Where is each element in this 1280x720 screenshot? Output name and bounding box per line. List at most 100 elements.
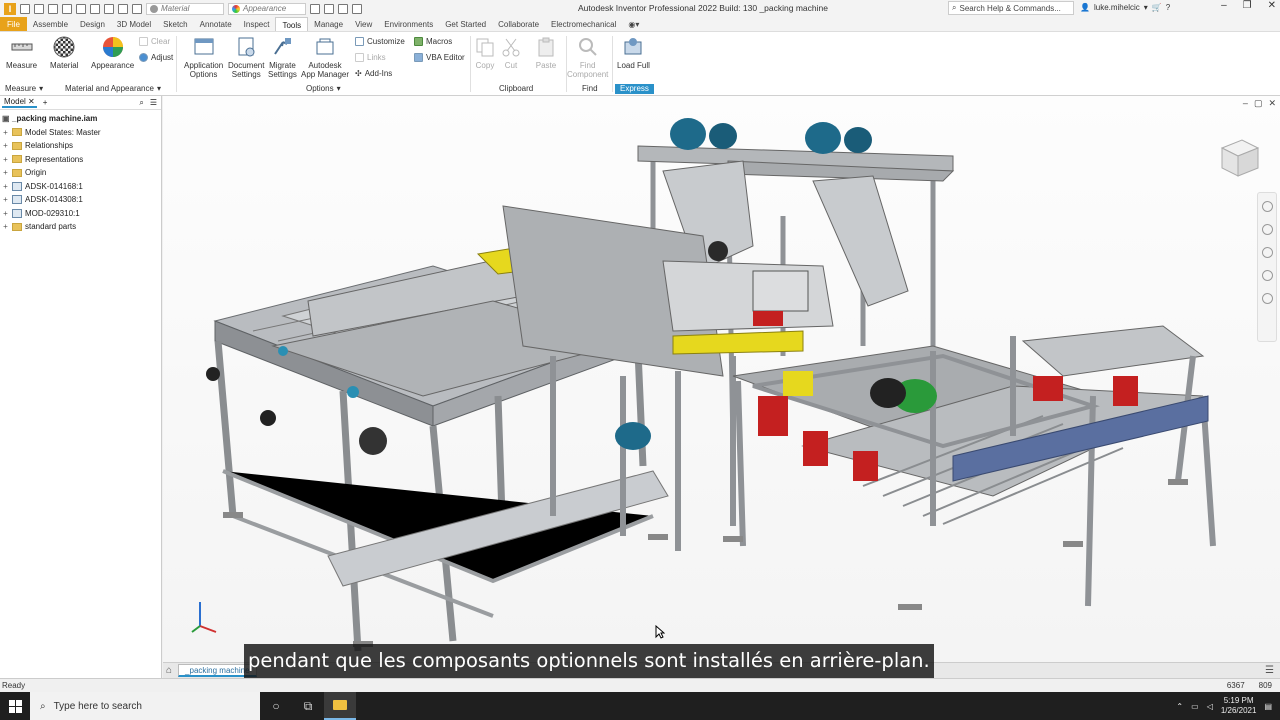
- clock[interactable]: 5:19 PM 1/26/2021: [1221, 696, 1257, 716]
- tab-3d-model[interactable]: 3D Model: [111, 17, 157, 31]
- volume-icon[interactable]: ◁: [1207, 702, 1213, 711]
- look-at-icon[interactable]: [1261, 293, 1273, 304]
- cart-icon[interactable]: 🛒: [1152, 3, 1162, 12]
- tab-get-started[interactable]: Get Started: [439, 17, 492, 31]
- load-full-button[interactable]: Load Full: [617, 36, 650, 70]
- tray-chevron-icon[interactable]: ⌃: [1176, 702, 1183, 711]
- macros-button[interactable]: Macros: [414, 37, 452, 46]
- addins-button[interactable]: ✣ Add-Ins: [355, 69, 392, 78]
- clear-override-icon[interactable]: [324, 3, 334, 14]
- measure-button[interactable]: Measure: [6, 36, 37, 70]
- select-icon[interactable]: [118, 3, 128, 14]
- expand-icon[interactable]: +: [2, 195, 9, 204]
- cut-button[interactable]: Cut: [500, 36, 522, 70]
- color-override-icon[interactable]: [310, 3, 320, 14]
- tab-design[interactable]: Design: [74, 17, 111, 31]
- tab-collaborate[interactable]: Collaborate: [492, 17, 545, 31]
- browser-node[interactable]: + Origin: [0, 166, 161, 180]
- taskbar-search[interactable]: ⌕ Type here to search: [30, 692, 260, 720]
- find-component-button[interactable]: Find Component: [567, 36, 608, 79]
- adjust-button[interactable]: Adjust: [139, 53, 173, 62]
- group-measure[interactable]: Measure ▾: [5, 84, 43, 93]
- expand-icon[interactable]: +: [2, 141, 9, 150]
- browser-node[interactable]: + MOD-029310:1: [0, 207, 161, 221]
- material-button[interactable]: Material: [50, 36, 78, 70]
- start-button[interactable]: [0, 692, 30, 720]
- help-icon[interactable]: ?: [1166, 3, 1170, 12]
- home-icon[interactable]: [90, 3, 100, 14]
- save-icon[interactable]: [48, 3, 58, 14]
- packing-machine-model[interactable]: [163, 96, 1280, 662]
- ribbon-display-icon[interactable]: ◉▾: [622, 17, 645, 31]
- graphics-viewport[interactable]: – ▢ ✕: [163, 96, 1280, 662]
- customize-button[interactable]: Customize: [355, 37, 405, 46]
- expand-icon[interactable]: +: [2, 209, 9, 218]
- home-tab-icon[interactable]: ⌂: [166, 665, 172, 676]
- tab-manage[interactable]: Manage: [308, 17, 349, 31]
- document-settings-button[interactable]: Document Settings: [228, 36, 264, 79]
- vba-editor-button[interactable]: VBA Editor: [414, 53, 465, 62]
- tab-file[interactable]: File: [0, 17, 27, 31]
- tab-sketch[interactable]: Sketch: [157, 17, 193, 31]
- expand-icon[interactable]: +: [2, 155, 9, 164]
- viewcube[interactable]: [1216, 134, 1262, 180]
- tab-annotate[interactable]: Annotate: [194, 17, 238, 31]
- redo-icon[interactable]: [76, 3, 86, 14]
- tab-electromechanical[interactable]: Electromechanical: [545, 17, 622, 31]
- group-options[interactable]: Options ▾: [306, 84, 341, 93]
- menu-icon[interactable]: ☰: [150, 98, 157, 108]
- close-button[interactable]: ✕: [1268, 0, 1276, 11]
- minimize-button[interactable]: –: [1221, 0, 1227, 11]
- material-combo[interactable]: Material: [146, 2, 224, 15]
- appearance-combo[interactable]: Appearance: [228, 2, 306, 15]
- close-doc-icon[interactable]: [132, 3, 142, 14]
- browser-node[interactable]: + Model States: Master: [0, 126, 161, 140]
- update-icon[interactable]: [104, 3, 114, 14]
- browser-node[interactable]: + ADSK-014168:1: [0, 180, 161, 194]
- app-manager-button[interactable]: Autodesk App Manager: [301, 36, 349, 79]
- orbit-icon[interactable]: [1261, 270, 1273, 281]
- tab-tools[interactable]: Tools: [275, 17, 309, 31]
- browser-node[interactable]: + Relationships: [0, 139, 161, 153]
- expand-icon[interactable]: +: [2, 168, 9, 177]
- search-icon[interactable]: ⌕: [139, 98, 143, 108]
- browser-node[interactable]: ▣ _packing machine.iam: [0, 112, 161, 126]
- application-options-button[interactable]: Application Options: [184, 36, 223, 79]
- tab-menu-icon[interactable]: ☰: [1265, 665, 1280, 676]
- steering-wheel-icon[interactable]: [1261, 201, 1273, 212]
- file-explorer-icon[interactable]: [324, 692, 356, 720]
- tab-inspect[interactable]: Inspect: [238, 17, 276, 31]
- browser-tab-model[interactable]: Model ✕: [2, 97, 37, 108]
- migrate-settings-button[interactable]: Migrate Settings: [268, 36, 297, 79]
- zoom-icon[interactable]: [1261, 247, 1273, 258]
- maximize-button[interactable]: ❐: [1243, 0, 1252, 11]
- paste-button[interactable]: Paste: [535, 36, 557, 70]
- expand-icon[interactable]: +: [2, 182, 9, 191]
- group-material-appearance[interactable]: Material and Appearance ▾: [65, 84, 161, 93]
- task-view-icon[interactable]: ⧉: [292, 692, 324, 720]
- browser-node[interactable]: + Representations: [0, 153, 161, 167]
- browser-node[interactable]: + ADSK-014308:1: [0, 193, 161, 207]
- fx-parameters-icon[interactable]: [338, 3, 348, 14]
- browser-node[interactable]: + standard parts: [0, 220, 161, 234]
- tab-view[interactable]: View: [349, 17, 378, 31]
- add-browser-tab-icon[interactable]: +: [43, 98, 48, 107]
- appearance-button[interactable]: Appearance: [91, 36, 134, 70]
- cortana-icon[interactable]: ○: [260, 692, 292, 720]
- undo-icon[interactable]: [62, 3, 72, 14]
- network-icon[interactable]: ▭: [1191, 702, 1199, 711]
- copy-button[interactable]: Copy: [474, 36, 496, 70]
- pan-icon[interactable]: [1261, 224, 1273, 235]
- tab-assemble[interactable]: Assemble: [27, 17, 74, 31]
- expand-icon[interactable]: +: [2, 222, 9, 231]
- clear-button[interactable]: Clear: [139, 37, 170, 46]
- search-help-input[interactable]: ⌕ Search Help & Commands...: [948, 1, 1074, 15]
- expand-icon[interactable]: +: [2, 128, 9, 137]
- open-file-icon[interactable]: [34, 3, 44, 14]
- close-icon[interactable]: ✕: [28, 97, 35, 106]
- user-account[interactable]: 👤 luke.mihelcic ▾ 🛒?: [1080, 3, 1170, 12]
- new-file-icon[interactable]: [20, 3, 30, 14]
- tab-environments[interactable]: Environments: [378, 17, 439, 31]
- links-button[interactable]: Links: [355, 53, 386, 62]
- notifications-icon[interactable]: ▤: [1264, 702, 1272, 711]
